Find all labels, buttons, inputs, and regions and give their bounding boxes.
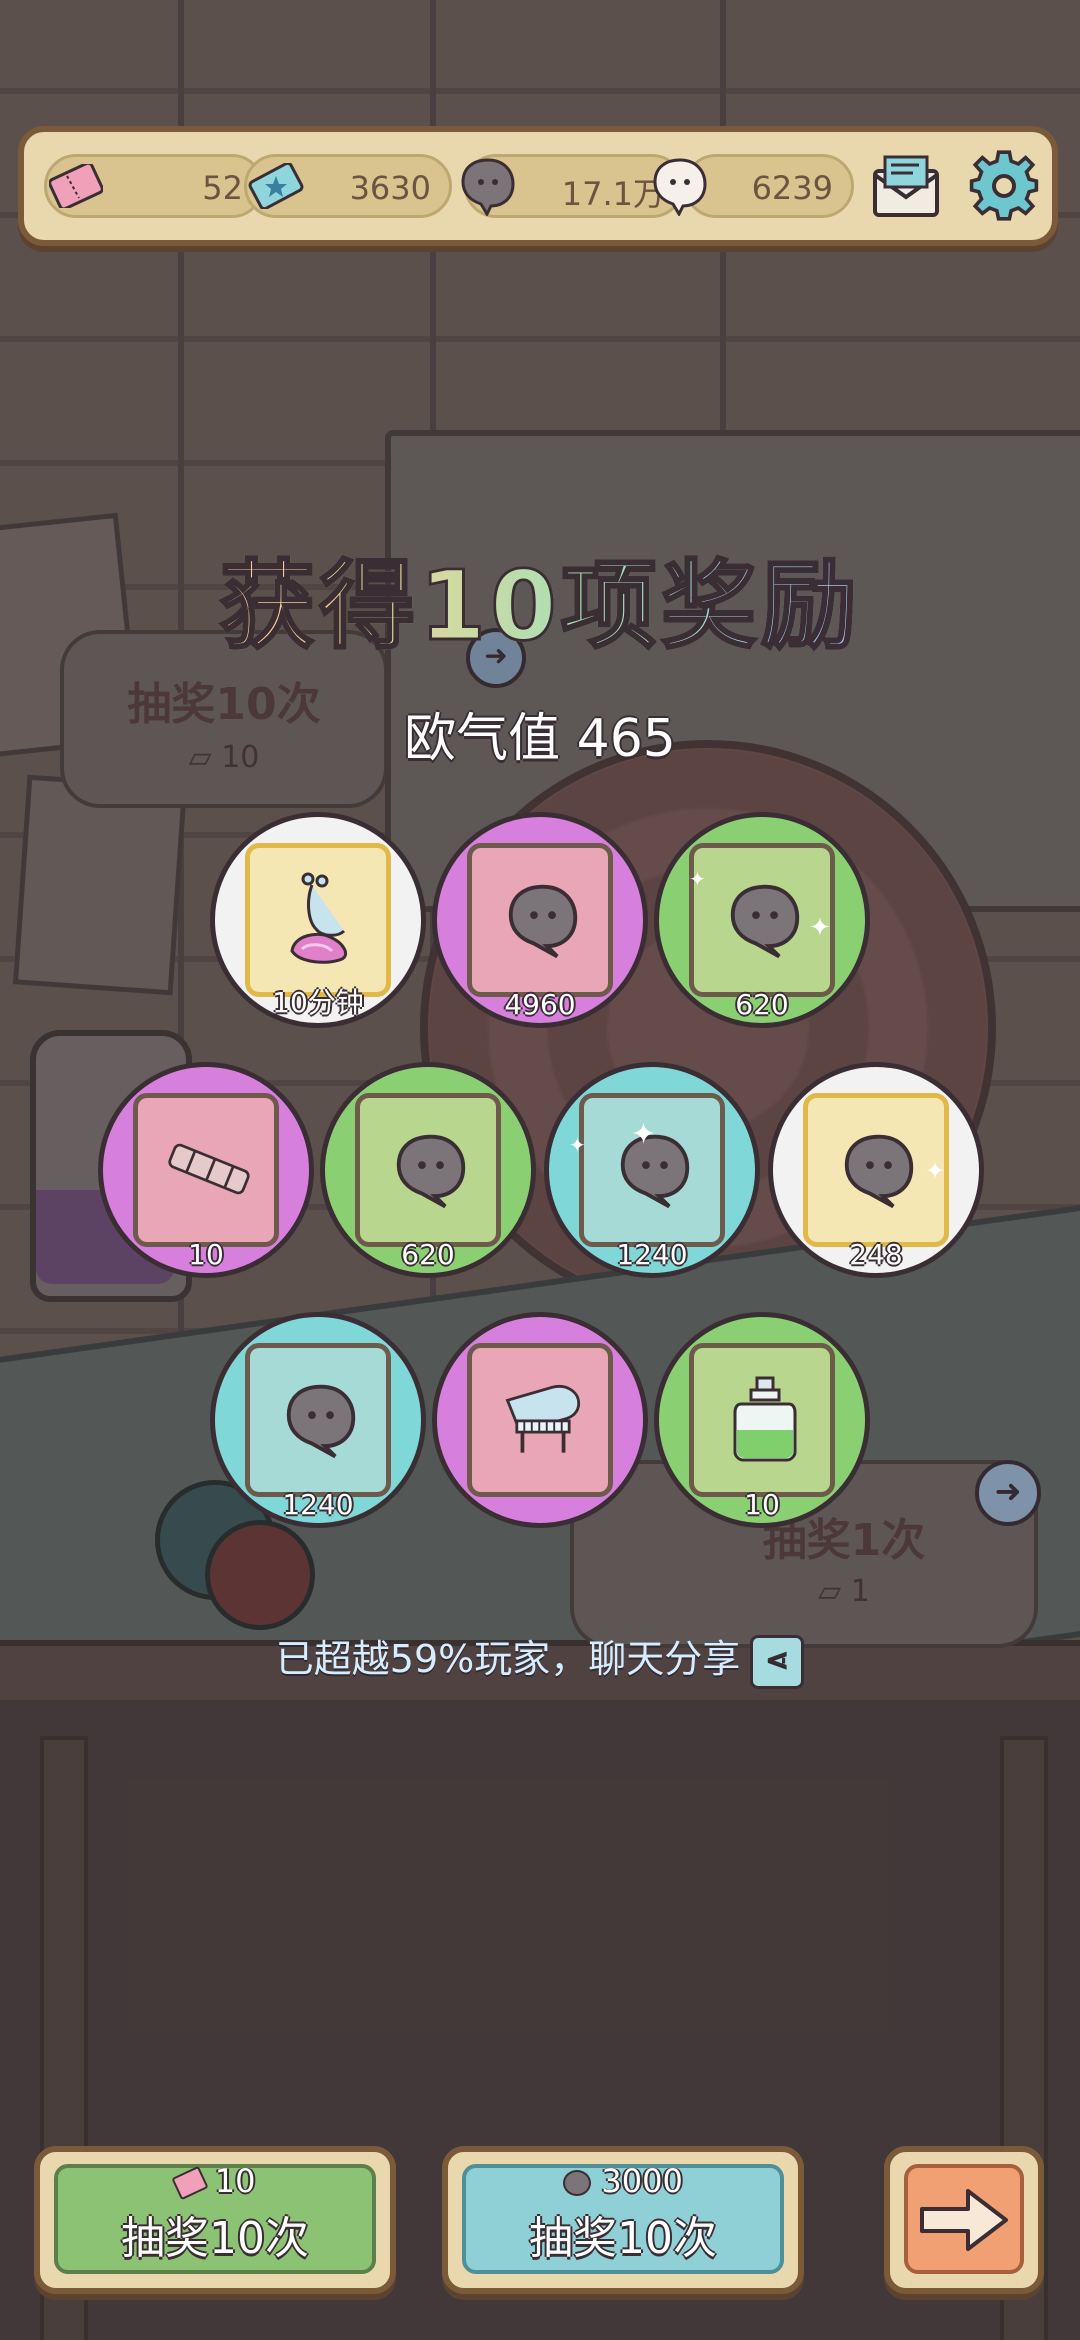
- dark-bubble-icon: [278, 1376, 364, 1462]
- reward-item[interactable]: 10分钟: [210, 812, 426, 1028]
- potion-icon: [722, 1376, 808, 1462]
- reward-card: [355, 1093, 501, 1247]
- reward-item[interactable]: ✦ ✦ 1240: [544, 1062, 760, 1278]
- share-row[interactable]: 已超越59%玩家，聊天分享 ⋖: [0, 1628, 1080, 1689]
- bubble-draw-cost: 3000: [448, 2162, 798, 2200]
- reward-item[interactable]: [432, 1312, 648, 1528]
- reward-card: [133, 1093, 279, 1247]
- reward-count: 1240: [282, 1488, 354, 1521]
- light-bubble-count: 6239: [751, 169, 833, 207]
- luck-value: 欧气值 465: [404, 709, 676, 769]
- mail-icon[interactable]: [866, 146, 946, 226]
- reward-count: 248: [849, 1238, 903, 1271]
- ticket-draw-label: 抽奖10次: [121, 2213, 309, 2264]
- next-button[interactable]: [884, 2146, 1044, 2294]
- star-ticket-count: 3630: [349, 169, 431, 207]
- dark-bubble-icon: [563, 2170, 592, 2196]
- reward-card: [467, 843, 613, 997]
- reward-card: [245, 843, 391, 997]
- ticket-icon: [170, 2165, 209, 2201]
- dark-bubble-icon: [388, 1126, 474, 1212]
- reward-count: 10: [188, 1238, 224, 1271]
- reward-card: [467, 1343, 613, 1497]
- reward-card: [689, 1343, 835, 1497]
- telescope-icon: [166, 1126, 252, 1212]
- share-text: 已超越59%玩家，聊天分享: [275, 1637, 741, 1681]
- resource-bar: 52 3630 17.1万 6239: [18, 126, 1058, 246]
- reward-count: 4960: [504, 988, 576, 1021]
- sparkle-icon: ✦: [925, 1157, 946, 1185]
- reward-count: 10: [744, 1488, 780, 1521]
- ticket-draw-button[interactable]: 10 抽奖10次: [34, 2146, 396, 2294]
- reward-title: 获得10项奖励: [0, 528, 1080, 667]
- star-ticket-icon: [244, 154, 308, 218]
- sparkle-icon: ✦: [809, 913, 831, 943]
- reward-item[interactable]: 4960: [432, 812, 648, 1028]
- light-bubble-icon: [646, 150, 714, 220]
- bubble-draw-label: 抽奖10次: [529, 2213, 717, 2264]
- bubble-draw-cost-value: 3000: [601, 2162, 683, 2200]
- share-icon[interactable]: ⋖: [750, 1634, 805, 1689]
- dark-bubble-icon: [454, 150, 522, 220]
- reward-item[interactable]: 620: [320, 1062, 536, 1278]
- reward-count: 10分钟: [272, 986, 364, 1019]
- reward-item[interactable]: 1240: [210, 1312, 426, 1528]
- sparkle-icon: ✦: [631, 1117, 657, 1152]
- reward-item[interactable]: 10: [654, 1312, 870, 1528]
- sparkle-icon: ✦: [569, 1133, 586, 1157]
- ticket-count: 52: [202, 169, 243, 207]
- dark-bubble-icon: [722, 876, 808, 962]
- ticket-draw-cost: 10: [40, 2162, 390, 2201]
- reward-count: 620: [401, 1238, 455, 1271]
- piano-icon: [500, 1376, 586, 1462]
- snail-icon: [278, 872, 364, 964]
- sparkle-icon: ✦: [689, 867, 706, 891]
- bubble-draw-button[interactable]: 3000 抽奖10次: [442, 2146, 804, 2294]
- dark-bubble-icon: [500, 876, 586, 962]
- reward-card: [245, 1343, 391, 1497]
- reward-count: 620: [735, 988, 789, 1021]
- reward-item[interactable]: ✦ ✦ 620: [654, 812, 870, 1028]
- arrow-right-icon: [890, 2152, 1038, 2288]
- ticket-draw-cost-value: 10: [214, 2162, 256, 2200]
- settings-gear-icon[interactable]: [964, 146, 1044, 226]
- reward-item[interactable]: 10: [98, 1062, 314, 1278]
- dark-bubble-icon: [836, 1126, 922, 1212]
- reward-count: 1240: [616, 1238, 688, 1271]
- reward-item[interactable]: ✦ 248: [768, 1062, 984, 1278]
- ticket-icon: [46, 154, 106, 218]
